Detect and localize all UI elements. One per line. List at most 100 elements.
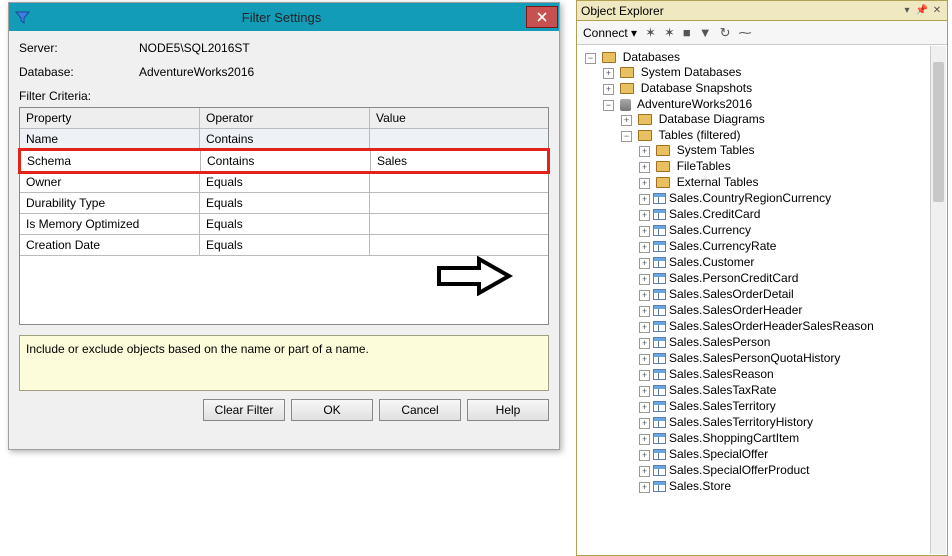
expand-icon[interactable]: + (639, 402, 650, 413)
tree-node-table[interactable]: +Sales.ShoppingCartItem (639, 430, 947, 446)
node-label: Tables (filtered) (658, 128, 740, 142)
scrollbar-thumb[interactable] (933, 62, 944, 202)
activity-icon[interactable]: ⁓ (739, 25, 752, 41)
expand-icon[interactable]: + (639, 290, 650, 301)
grid-row-schema[interactable]: Schema Contains Sales (18, 148, 550, 174)
collapse-icon[interactable]: − (603, 100, 614, 111)
tree-node-file-tables[interactable]: + FileTables (639, 158, 947, 174)
expand-icon[interactable]: + (639, 226, 650, 237)
cell-operator[interactable]: Contains (200, 129, 370, 149)
col-value[interactable]: Value (370, 108, 548, 128)
expand-icon[interactable]: + (639, 322, 650, 333)
cell-value[interactable] (370, 235, 548, 255)
clear-filter-button[interactable]: Clear Filter (203, 399, 285, 421)
expand-icon[interactable]: + (639, 418, 650, 429)
cell-operator[interactable]: Equals (200, 214, 370, 234)
tree-node-table[interactable]: +Sales.Customer (639, 254, 947, 270)
tree-node-snapshots[interactable]: + Database Snapshots (603, 80, 947, 96)
tree-node-table[interactable]: +Sales.Store (639, 478, 947, 494)
disconnect2-icon[interactable]: ✶ (664, 25, 675, 41)
expand-icon[interactable]: + (639, 194, 650, 205)
col-property[interactable]: Property (20, 108, 200, 128)
expand-icon[interactable]: + (639, 386, 650, 397)
expand-icon[interactable]: + (639, 450, 650, 461)
tree-node-tables[interactable]: − Tables (filtered) + System Tables (621, 127, 947, 495)
cell-operator[interactable]: Contains (201, 151, 371, 171)
close-panel-icon[interactable]: ✕ (931, 5, 943, 17)
tree-node-table[interactable]: +Sales.SalesOrderDetail (639, 286, 947, 302)
close-button[interactable] (526, 6, 558, 28)
tree-node-system-tables[interactable]: + System Tables (639, 142, 947, 158)
expand-icon[interactable]: + (639, 466, 650, 477)
filter-icon[interactable]: ▼ (699, 25, 712, 40)
expand-icon[interactable]: + (639, 146, 650, 157)
tree-node-table[interactable]: +Sales.CreditCard (639, 206, 947, 222)
expand-icon[interactable]: + (639, 210, 650, 221)
connect-button[interactable]: Connect ▾ (583, 26, 637, 40)
cell-operator[interactable]: Equals (200, 193, 370, 213)
expand-icon[interactable]: + (639, 354, 650, 365)
tree-node-table[interactable]: + Sales.SpecialOfferProduct (639, 462, 947, 478)
grid-row-creation[interactable]: Creation Date Equals (20, 235, 548, 256)
expand-icon[interactable]: + (639, 242, 650, 253)
expand-icon[interactable]: + (603, 84, 614, 95)
expand-icon[interactable]: + (639, 306, 650, 317)
tree-node-diagrams[interactable]: + Database Diagrams (621, 111, 947, 127)
expand-icon[interactable]: + (639, 274, 650, 285)
tree-node-sysdb[interactable]: + System Databases (603, 64, 947, 80)
tree-node-table[interactable]: +Sales.SalesPersonQuotaHistory (639, 350, 947, 366)
cell-value[interactable] (370, 193, 548, 213)
grid-row-memory[interactable]: Is Memory Optimized Equals (20, 214, 548, 235)
tree-node-table[interactable]: +Sales.SalesTerritory (639, 398, 947, 414)
dropdown-icon[interactable]: ▾ (901, 5, 913, 17)
tree-node-databases[interactable]: − Databases + System Databases + Databas… (585, 49, 947, 497)
cell-operator[interactable]: Equals (200, 235, 370, 255)
tree-node-table[interactable]: +Sales.SalesTaxRate (639, 382, 947, 398)
expand-icon[interactable]: + (639, 258, 650, 269)
tree-node-table[interactable]: +Sales.SalesOrderHeader (639, 302, 947, 318)
cell-value[interactable] (370, 172, 548, 192)
explorer-title: Object Explorer (581, 4, 901, 18)
expand-icon[interactable]: + (639, 338, 650, 349)
tree-node-table[interactable]: +Sales.Currency (639, 222, 947, 238)
col-operator[interactable]: Operator (200, 108, 370, 128)
pin-icon[interactable]: 📌 (916, 5, 928, 17)
tree-node-table[interactable]: +Sales.PersonCreditCard (639, 270, 947, 286)
expand-icon[interactable]: + (639, 178, 650, 189)
filter-settings-dialog: Filter Settings Server: NODE5\SQL2016ST … (8, 2, 560, 450)
tree-node-table[interactable]: +Sales.SalesOrderHeaderSalesReason (639, 318, 947, 334)
collapse-icon[interactable]: − (585, 53, 596, 64)
tree-node-table[interactable]: +Sales.SalesTerritoryHistory (639, 414, 947, 430)
tree-node-table[interactable]: +Sales.CurrencyRate (639, 238, 947, 254)
node-label: Sales.SpecialOfferProduct (669, 463, 810, 477)
cell-value[interactable] (370, 214, 548, 234)
ok-button[interactable]: OK (291, 399, 373, 421)
expand-icon[interactable]: + (603, 68, 614, 79)
help-button[interactable]: Help (467, 399, 549, 421)
tree-node-table[interactable]: +Sales.SpecialOffer (639, 446, 947, 462)
tree-node-db[interactable]: − AdventureWorks2016 + Database Diagrams… (603, 96, 947, 496)
grid-row-durability[interactable]: Durability Type Equals (20, 193, 548, 214)
expand-icon[interactable]: + (639, 434, 650, 445)
grid-row-owner[interactable]: Owner Equals (20, 172, 548, 193)
tree-node-table[interactable]: +Sales.SalesReason (639, 366, 947, 382)
cell-operator[interactable]: Equals (200, 172, 370, 192)
cancel-button[interactable]: Cancel (379, 399, 461, 421)
stop-icon[interactable]: ■ (683, 25, 691, 40)
grid-row-name[interactable]: Name Contains (20, 129, 548, 150)
cell-value[interactable]: Sales (371, 151, 547, 171)
expand-icon[interactable]: + (639, 370, 650, 381)
dialog-titlebar[interactable]: Filter Settings (9, 3, 559, 31)
disconnect-icon[interactable]: ✶ (645, 25, 656, 41)
scrollbar[interactable] (930, 46, 946, 554)
expand-icon[interactable]: + (639, 482, 650, 493)
tree[interactable]: − Databases + System Databases + Databas… (577, 45, 947, 555)
tree-node-table[interactable]: +Sales.SalesPerson (639, 334, 947, 350)
expand-icon[interactable]: + (621, 115, 632, 126)
refresh-icon[interactable]: ↻ (720, 25, 731, 41)
tree-node-table[interactable]: +Sales.CountryRegionCurrency (639, 190, 947, 206)
expand-icon[interactable]: + (639, 162, 650, 173)
cell-value[interactable] (370, 129, 548, 149)
tree-node-ext-tables[interactable]: + External Tables (639, 174, 947, 190)
collapse-icon[interactable]: − (621, 131, 632, 142)
